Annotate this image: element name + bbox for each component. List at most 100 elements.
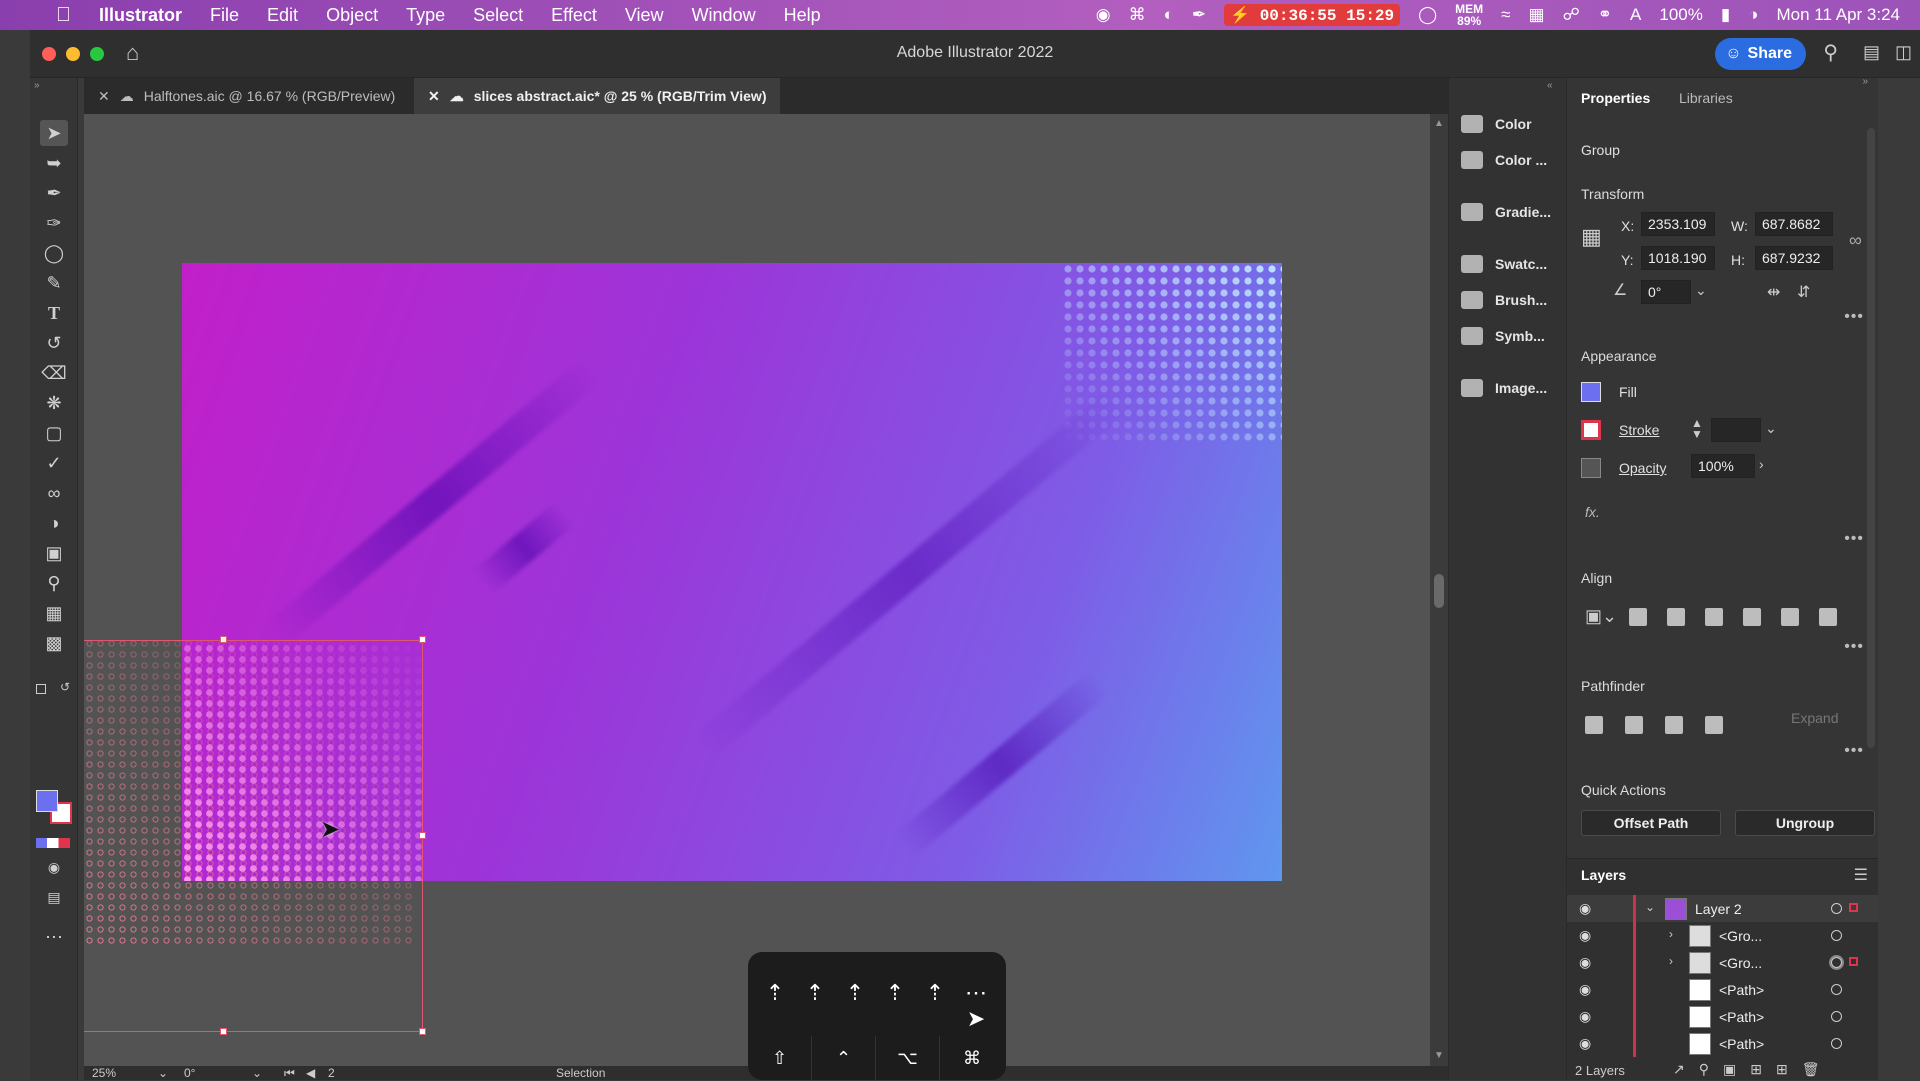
- locate-object-icon[interactable]: ⚲: [1699, 1061, 1723, 1077]
- dock-color-guide[interactable]: Color ...: [1461, 146, 1547, 174]
- gradient-tool-icon[interactable]: ▢: [40, 420, 68, 446]
- expand-chevron-icon[interactable]: ›: [1669, 954, 1673, 968]
- share-button[interactable]: ☺ Share: [1715, 38, 1806, 70]
- menu-window[interactable]: Window: [678, 5, 770, 26]
- intersect-icon[interactable]: [1665, 716, 1683, 734]
- datetime[interactable]: Mon 11 Apr 3:24: [1777, 5, 1901, 25]
- creative-cloud-icon[interactable]: ◉: [1096, 5, 1111, 25]
- draw-mode-icon[interactable]: ◉: [40, 854, 68, 880]
- headphones-icon[interactable]: ⚭: [1598, 5, 1612, 25]
- wifi-icon[interactable]: ≈: [1501, 5, 1510, 25]
- visibility-eye-icon[interactable]: ◉: [1579, 927, 1597, 944]
- tab-libraries[interactable]: Libraries: [1679, 90, 1733, 106]
- selection-handle[interactable]: [419, 636, 426, 643]
- h-field[interactable]: 687.9232: [1755, 246, 1833, 270]
- clipping-mask-icon[interactable]: ▣: [1723, 1061, 1750, 1077]
- angle-dropdown-icon[interactable]: ⌄: [1695, 282, 1707, 299]
- command-key-icon[interactable]: ⌘: [940, 1036, 1004, 1080]
- workspace-switcher-icon[interactable]: ▤: [1863, 42, 1880, 63]
- apple-menu-icon[interactable]: : [0, 4, 85, 27]
- unite-icon[interactable]: [1585, 716, 1603, 734]
- rotation-dropdown-icon[interactable]: ⌄: [252, 1066, 262, 1080]
- fill-swatch[interactable]: [1581, 382, 1601, 402]
- control-key-icon[interactable]: ⌃: [812, 1036, 876, 1080]
- new-sublayer-icon[interactable]: ⊞: [1750, 1061, 1776, 1077]
- grid-tool-icon[interactable]: ▦: [40, 600, 68, 626]
- reference-point-icon[interactable]: ▦: [1581, 224, 1602, 250]
- visibility-eye-icon[interactable]: ◉: [1579, 981, 1597, 998]
- stroke-dropdown-icon[interactable]: ⌄: [1765, 420, 1777, 437]
- export-icon[interactable]: ↗: [1673, 1061, 1699, 1077]
- app-status-icon[interactable]: ◐: [1164, 5, 1174, 25]
- type-tool-icon[interactable]: T: [40, 300, 68, 326]
- menu-view[interactable]: View: [611, 5, 678, 26]
- align-left-icon[interactable]: [1629, 608, 1647, 626]
- minus-front-icon[interactable]: [1625, 716, 1643, 734]
- selection-bounding-box[interactable]: [84, 640, 423, 1032]
- collapse-dock-icon[interactable]: «: [1547, 80, 1553, 91]
- dock-image-trace[interactable]: Image...: [1461, 374, 1547, 402]
- menu-help[interactable]: Help: [770, 5, 835, 26]
- search-icon[interactable]: ⚲: [1823, 40, 1838, 65]
- menu-effect[interactable]: Effect: [537, 5, 611, 26]
- selection-handle[interactable]: [419, 1028, 426, 1035]
- rotate-tool-icon[interactable]: ↺: [40, 330, 68, 356]
- y-field[interactable]: 1018.190: [1641, 246, 1715, 270]
- selection-indicator[interactable]: [1849, 903, 1858, 912]
- target-circle-icon[interactable]: [1831, 1038, 1842, 1049]
- chrome-icon[interactable]: ◯: [1418, 5, 1437, 25]
- timer-badge[interactable]: ⚡ 00:36:55 15:29: [1224, 4, 1401, 26]
- scroll-up-icon[interactable]: ▲: [1434, 118, 1444, 129]
- menu-app-name[interactable]: Illustrator: [85, 5, 196, 26]
- selection-indicator[interactable]: [1849, 957, 1858, 966]
- blend-tool-icon[interactable]: ∞: [40, 480, 68, 506]
- align-to-icon[interactable]: ▣⌄: [1585, 606, 1617, 627]
- shift-key-icon[interactable]: ⇧: [748, 1036, 812, 1080]
- canvas-area[interactable]: ➤: [84, 114, 1430, 1066]
- offset-path-button[interactable]: Offset Path: [1581, 810, 1721, 836]
- align-bottom-icon[interactable]: [1819, 608, 1837, 626]
- menu-select[interactable]: Select: [459, 5, 537, 26]
- distribute-icon[interactable]: ⇡: [802, 980, 828, 1020]
- zoom-level[interactable]: 25%: [92, 1066, 116, 1080]
- align-hcenter-icon[interactable]: [1667, 608, 1685, 626]
- menu-type[interactable]: Type: [392, 5, 459, 26]
- constrain-proportions-icon[interactable]: ∞: [1849, 230, 1862, 251]
- panel-layout-icon[interactable]: ◫: [1895, 42, 1912, 63]
- zoom-tool-icon[interactable]: ⚲: [40, 570, 68, 596]
- opacity-expand-icon[interactable]: ›: [1759, 456, 1764, 472]
- pen-tool-icon[interactable]: ✒: [40, 180, 68, 206]
- delete-layer-icon[interactable]: 🗑: [1802, 1061, 1834, 1077]
- command-icon[interactable]: ⌘: [1129, 5, 1146, 25]
- stroke-label[interactable]: Stroke: [1619, 422, 1659, 438]
- expand-button[interactable]: Expand: [1791, 710, 1838, 726]
- stroke-swatch[interactable]: [1581, 420, 1601, 440]
- direct-selection-tool-icon[interactable]: ➥: [40, 150, 68, 176]
- distribute-icon[interactable]: ⇡: [762, 980, 788, 1020]
- selection-handle[interactable]: [419, 832, 426, 839]
- menu-file[interactable]: File: [196, 5, 253, 26]
- ungroup-button[interactable]: Ungroup: [1735, 810, 1875, 836]
- dock-gradient[interactable]: Gradie...: [1461, 198, 1551, 226]
- distribute-icon[interactable]: ⇡: [922, 980, 948, 1020]
- layer-row[interactable]: ◉ <Path>: [1567, 1030, 1879, 1057]
- lasso-tool-icon[interactable]: ❋: [40, 390, 68, 416]
- menu-object[interactable]: Object: [312, 5, 392, 26]
- align-more-icon[interactable]: •••: [1844, 638, 1864, 656]
- distribute-icon[interactable]: ⇡: [842, 980, 868, 1020]
- more-tools-icon[interactable]: ⋯: [40, 924, 68, 950]
- rotation-value[interactable]: 0°: [184, 1066, 195, 1080]
- properties-scrollbar[interactable]: [1867, 128, 1875, 748]
- expand-chevron-icon[interactable]: ⌄: [1645, 900, 1655, 914]
- tab-properties[interactable]: Properties: [1581, 90, 1650, 106]
- flip-vertical-icon[interactable]: ⇵: [1797, 282, 1810, 302]
- ellipse-tool-icon[interactable]: ◯: [40, 240, 68, 266]
- target-circle-icon[interactable]: [1831, 984, 1842, 995]
- eraser-tool-icon[interactable]: ⌫: [40, 360, 68, 386]
- layer-row[interactable]: ◉ › <Gro...: [1567, 949, 1879, 976]
- fill-color-swatch[interactable]: [36, 790, 58, 812]
- screen-mode-icon[interactable]: ▤: [40, 884, 68, 910]
- eyedropper-tool-icon[interactable]: ✓: [40, 450, 68, 476]
- target-circle-icon[interactable]: [1831, 957, 1842, 968]
- distribute-icon[interactable]: ⇡: [882, 980, 908, 1020]
